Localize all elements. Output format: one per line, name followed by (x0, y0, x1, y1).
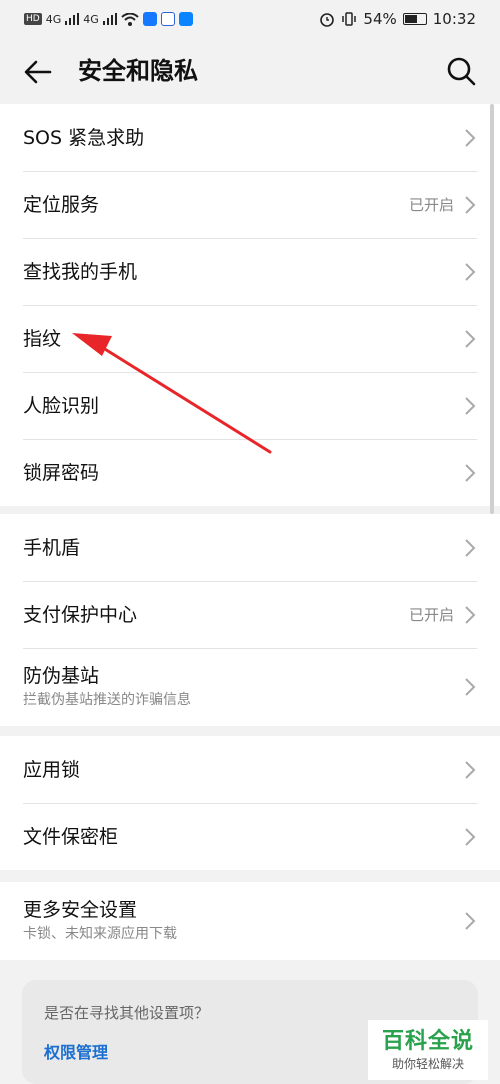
watermark-subtitle: 助你轻松解决 (391, 1057, 464, 1071)
settings-group-payment: 手机盾 支付保护中心 已开启 防伪基站 拦截伪基站推送的诈骗信息 (0, 514, 500, 726)
item-label: 手机盾 (23, 536, 81, 559)
battery-icon (402, 13, 427, 25)
item-label: 文件保密柜 (23, 825, 119, 848)
chevron-right-icon (465, 760, 476, 779)
item-label: 支付保护中心 (23, 603, 138, 626)
settings-item-file-safe[interactable]: 文件保密柜 (0, 803, 500, 870)
item-label: 更多安全设置 (23, 899, 138, 921)
settings-item-sos[interactable]: SOS 紧急求助 (0, 104, 500, 171)
watermark-title: 百科全说 (381, 1029, 474, 1054)
page-title: 安全和隐私 (78, 57, 198, 85)
vibrate-icon (342, 12, 357, 26)
settings-item-app-lock[interactable]: 应用锁 (0, 736, 500, 803)
settings-item-more-security[interactable]: 更多安全设置 卡锁、未知来源应用下载 (0, 882, 500, 960)
item-label: 防伪基站 (23, 665, 100, 687)
item-label: 指纹 (23, 327, 62, 350)
chevron-right-icon (465, 463, 476, 482)
item-label: 查找我的手机 (23, 260, 138, 283)
search-icon[interactable] (446, 56, 476, 86)
status-text: 已开启 (408, 196, 454, 214)
settings-item-location[interactable]: 定位服务 已开启 (0, 171, 500, 238)
settings-item-fingerprint[interactable]: 指纹 (0, 305, 500, 372)
chevron-right-icon (465, 605, 476, 624)
settings-item-fake-base-station[interactable]: 防伪基站 拦截伪基站推送的诈骗信息 (0, 648, 500, 726)
settings-item-find-phone[interactable]: 查找我的手机 (0, 238, 500, 305)
chevron-right-icon (465, 128, 476, 147)
chevron-right-icon (465, 678, 476, 696)
watermark-logo: 百科全说 助你轻松解决 (368, 1020, 488, 1080)
status-left: HD 4G 4G (24, 12, 193, 26)
chevron-right-icon (465, 538, 476, 557)
status-text: 已开启 (408, 606, 454, 624)
chevron-right-icon (465, 396, 476, 415)
item-label: SOS 紧急求助 (23, 126, 145, 149)
status-right: 54% 10:32 (319, 10, 476, 28)
settings-group-apps: 应用锁 文件保密柜 (0, 736, 500, 870)
shield-app-icon (142, 12, 157, 26)
hd-badge: HD (24, 13, 42, 25)
sim2-signal-label: 4G (83, 12, 99, 26)
item-label: 人脸识别 (23, 394, 100, 417)
item-label: 锁屏密码 (23, 461, 100, 484)
status-bar: HD 4G 4G 54% 10:32 (0, 0, 500, 38)
settings-item-lock-screen-password[interactable]: 锁屏密码 (0, 439, 500, 506)
chevron-right-icon (465, 827, 476, 846)
item-label: 定位服务 (23, 193, 100, 216)
settings-group-general: SOS 紧急求助 定位服务 已开启 查找我的手机 指纹 人脸识别 锁屏密码 (0, 104, 500, 506)
settings-item-face-recognition[interactable]: 人脸识别 (0, 372, 500, 439)
item-subtitle: 卡锁、未知来源应用下载 (23, 926, 177, 942)
chevron-right-icon (465, 195, 476, 214)
app-bar: 安全和隐私 (0, 38, 500, 104)
zhihu-app-icon (178, 12, 193, 26)
sim1-signal-label: 4G (45, 12, 62, 26)
battery-level-fill (404, 15, 417, 23)
chevron-right-icon (465, 262, 476, 281)
clock: 10:32 (432, 10, 476, 28)
wifi-icon (121, 12, 139, 26)
battery-percent: 54% (363, 10, 397, 28)
back-arrow-icon[interactable] (22, 56, 54, 88)
chevron-right-icon (465, 329, 476, 348)
item-subtitle: 拦截伪基站推送的诈骗信息 (23, 692, 191, 708)
settings-item-payment-protection[interactable]: 支付保护中心 已开启 (0, 581, 500, 648)
signal-icon (102, 13, 117, 25)
baidu-app-icon (160, 12, 175, 26)
chevron-right-icon (465, 912, 476, 930)
signal-icon (65, 13, 80, 25)
settings-item-phone-shield[interactable]: 手机盾 (0, 514, 500, 581)
item-label: 应用锁 (23, 758, 81, 781)
scrollbar[interactable] (490, 104, 494, 514)
alarm-icon (320, 13, 335, 27)
settings-group-more: 更多安全设置 卡锁、未知来源应用下载 (0, 882, 500, 960)
